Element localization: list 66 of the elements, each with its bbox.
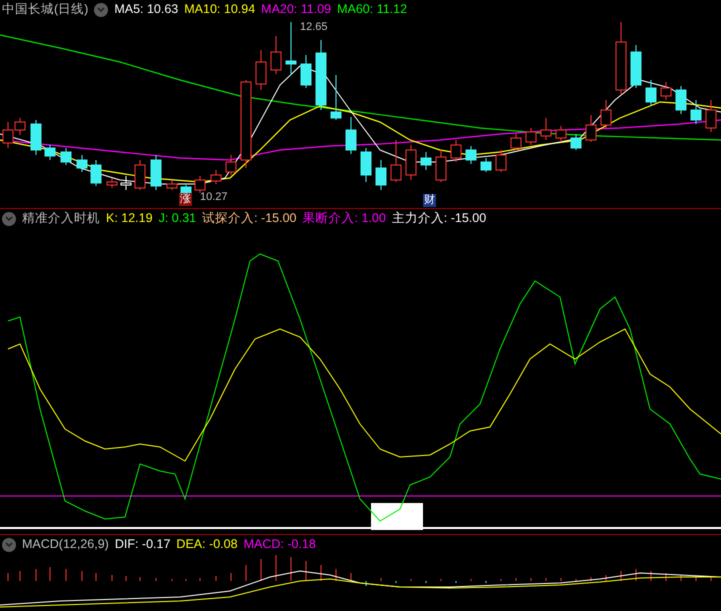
indicator-value: MA5: 10.63 [114, 1, 178, 18]
indicator-value: J: 0.31 [158, 210, 196, 228]
candlestick [660, 82, 672, 100]
candlestick [76, 154, 88, 172]
candlestick [134, 160, 146, 190]
event-marker[interactable]: 财 [423, 194, 436, 207]
candlestick [44, 144, 56, 160]
candlestick [30, 120, 42, 156]
candlestick [166, 180, 178, 190]
candlestick [540, 118, 552, 140]
panel-title: 精准介入时机 [22, 210, 100, 228]
candlestick [556, 126, 566, 142]
candlestick [690, 100, 702, 124]
candlestick [436, 150, 446, 182]
signal-bar [371, 503, 423, 530]
candlestick [346, 116, 356, 154]
candlestick [646, 80, 656, 106]
candlestick [316, 40, 326, 110]
indicator-value: MA10: 10.94 [184, 1, 256, 18]
candlestick [466, 146, 476, 164]
dropdown-icon[interactable] [2, 538, 16, 552]
indicator-value: K: 12.19 [106, 210, 153, 228]
candlestick [496, 150, 506, 172]
candlestick [570, 134, 582, 150]
panel-title: 中国长城(日线) [2, 1, 88, 18]
price-label: 10.27 [200, 190, 228, 205]
indicator-value: DIF: -0.17 [114, 536, 170, 554]
candlestick [586, 114, 596, 142]
candlestick [420, 152, 432, 170]
candlestick [300, 54, 312, 88]
candlestick [480, 158, 492, 172]
candlestick [406, 144, 416, 180]
candlestick [194, 176, 206, 194]
candlestick [120, 176, 132, 190]
indicator-value: 主力介入: -15.00 [392, 210, 486, 228]
indicator-value: MACD: -0.18 [244, 536, 316, 554]
candlestick [376, 160, 386, 190]
candlestick [676, 86, 686, 114]
candlestick [106, 178, 118, 188]
event-marker[interactable]: 涨 [179, 193, 192, 206]
indicator-value: 试探介入: -15.00 [202, 210, 296, 228]
indicator-value: 果断介入: 1.00 [302, 210, 386, 228]
candlestick [330, 74, 342, 120]
candlestick [630, 44, 642, 88]
candlestick [360, 148, 372, 182]
candlestick [286, 22, 296, 76]
indicator-value: MA20: 11.09 [261, 1, 332, 18]
panel-title: MACD(12,26,9) [22, 536, 109, 554]
candlestick [90, 160, 102, 186]
candlestick [150, 154, 162, 190]
price-label: 12.65 [300, 20, 328, 35]
candlestick [256, 50, 266, 90]
dropdown-icon[interactable] [94, 2, 108, 16]
indicator-value: DEA: -0.08 [176, 536, 238, 554]
candlestick [390, 140, 402, 182]
candlestick [210, 170, 222, 184]
dropdown-icon[interactable] [2, 212, 16, 226]
candlestick [270, 36, 282, 74]
candlestick [526, 128, 536, 146]
candlestick [450, 140, 462, 162]
indicator-value: MA60: 11.12 [337, 1, 408, 18]
candlestick [510, 134, 522, 150]
candlestick [226, 154, 236, 176]
candlestick [60, 148, 72, 166]
candlestick [706, 100, 716, 132]
candlestick [600, 100, 612, 128]
